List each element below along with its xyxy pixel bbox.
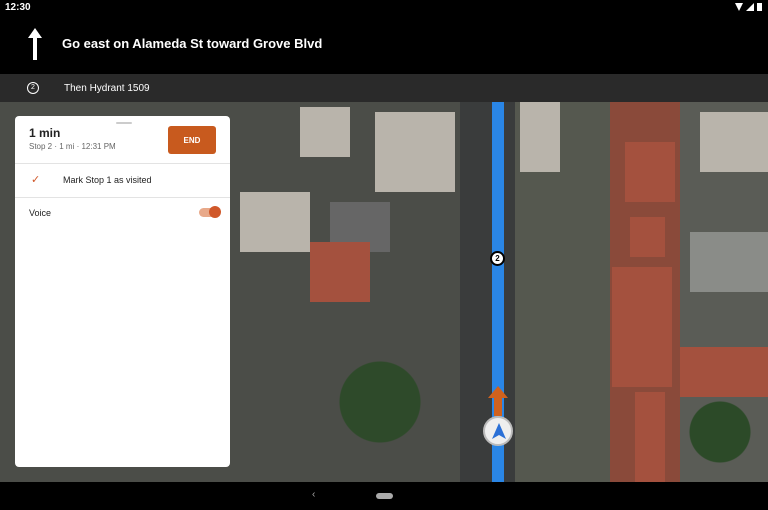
location-puck (483, 416, 513, 446)
voice-toggle[interactable] (199, 206, 221, 218)
status-bar: 12:30 (0, 0, 768, 14)
instruction-text: Go east on Alameda St toward Grove Blvd (62, 36, 323, 51)
next-step-text: Then Hydrant 1509 (64, 83, 150, 94)
voice-label: Voice (29, 208, 52, 218)
straight-arrow-icon (28, 28, 42, 60)
drag-handle[interactable] (116, 122, 132, 124)
signal-icon (746, 3, 754, 11)
end-button[interactable]: END (168, 126, 216, 154)
trip-details: Stop 2 · 1 mi · 12:31 PM (29, 142, 116, 151)
wifi-icon (735, 3, 743, 11)
next-step-bar: 2 Then Hydrant 1509 (0, 74, 768, 102)
trip-card: 1 min Stop 2 · 1 mi · 12:31 PM END ✓ Mar… (15, 116, 230, 467)
mark-visited-label: Mark Stop 1 as visited (63, 175, 152, 185)
home-pill[interactable] (376, 493, 393, 499)
divider (15, 163, 230, 164)
navigation-header: Go east on Alameda St toward Grove Blvd (0, 14, 768, 74)
battery-icon (757, 3, 762, 11)
stop-marker[interactable]: 2 (490, 251, 505, 266)
check-icon: ✓ (31, 174, 41, 186)
back-icon[interactable]: ‹ (312, 489, 315, 500)
stop-number-icon: 2 (27, 82, 39, 94)
system-nav-bar: ‹ (0, 482, 768, 510)
divider (15, 197, 230, 198)
navigation-arrow-icon (492, 423, 506, 439)
status-icons (735, 3, 762, 11)
clock: 12:30 (5, 2, 31, 13)
turn-arrow-icon (488, 386, 508, 416)
eta-text: 1 min (29, 126, 61, 140)
